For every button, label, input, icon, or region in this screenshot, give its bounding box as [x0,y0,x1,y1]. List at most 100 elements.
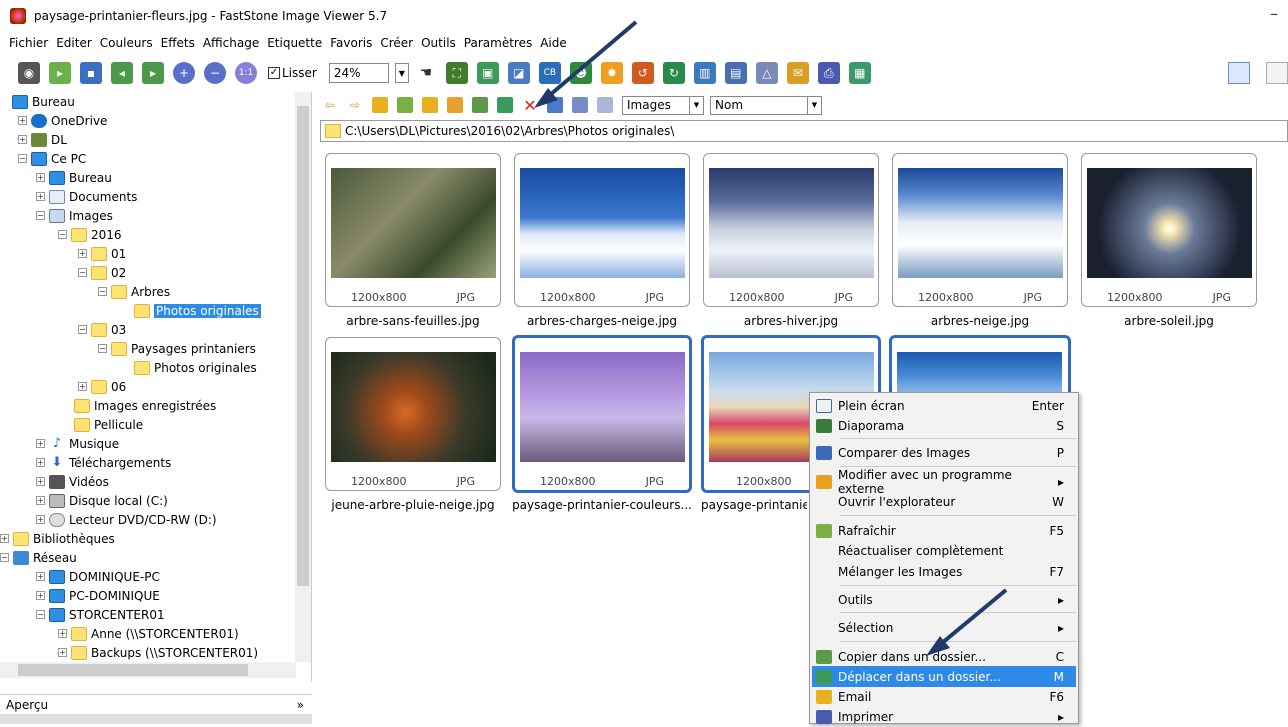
tree-item-bibliotheques[interactable]: + Bibliothèques [0,529,115,548]
thumbnail[interactable]: 1200x800 JPG [325,153,501,307]
slideshow-icon[interactable]: ▤ [724,62,747,84]
tree-item-06[interactable]: +06 [78,377,126,396]
tree-item-2016[interactable]: −2016 [58,225,122,244]
tree-item-lecteur-dvd[interactable]: + Lecteur DVD/CD-RW (D:) [36,510,217,529]
collapse-icon[interactable]: − [98,344,107,353]
expand-icon[interactable]: + [36,591,45,600]
sort-select[interactable]: Nom ▼ [710,95,822,115]
expand-icon[interactable]: + [0,534,9,543]
expand-icon[interactable]: + [36,192,45,201]
actual-size-icon[interactable]: 1:1 [235,62,257,84]
expand-icon[interactable]: + [36,515,45,524]
thumbnail-caption[interactable]: arbre-soleil.jpg [1079,314,1259,328]
thumbnail-caption[interactable]: arbres-charges-neige.jpg [512,314,692,328]
menu-couleurs[interactable]: Couleurs [99,36,154,50]
collapse-icon[interactable]: − [58,230,67,239]
menu-item-outils[interactable]: Outils ▸ [812,589,1076,610]
detail-view-icon[interactable] [572,97,588,113]
zoom-dropdown-icon[interactable]: ▼ [394,63,409,83]
compare-icon[interactable]: ▥ [693,62,716,84]
menu-fichier[interactable]: Fichier [8,36,49,50]
thumbnail[interactable]: 1200x800 JPG [1081,153,1257,307]
collapse-icon[interactable]: − [98,287,107,296]
list-view-icon[interactable] [597,97,613,113]
menu-etiquette[interactable]: Etiquette [266,36,323,50]
parent-folder-icon[interactable] [372,97,388,113]
hand-icon[interactable]: ☚ [414,62,437,84]
user-icon[interactable]: ☻ [569,62,592,84]
expand-icon[interactable]: + [78,249,87,258]
expand-icon[interactable]: + [36,458,45,467]
thumbnail-caption[interactable]: jeune-arbre-pluie-neige.jpg [323,498,503,512]
tree-item-photos-originales-2[interactable]: Photos originales [134,358,257,377]
path-bar[interactable]: C:\Users\DL\Pictures\2016\02\Arbres\Phot… [320,120,1288,142]
tree-item-03[interactable]: −03 [78,320,126,339]
tree-item-paysages-printaniers[interactable]: − Paysages printaniers [98,339,256,358]
tree-item-musique[interactable]: + ♪ Musique [36,434,119,453]
open-folder-icon[interactable]: ▸ [49,62,71,84]
thumbnail-selected[interactable]: 1200x800 JPG [512,335,692,493]
smooth-check[interactable]: ✓ [268,67,280,79]
menu-item-plein-ecran[interactable]: Plein écran Enter [812,395,1076,416]
tree-item-reseau[interactable]: − Réseau [0,548,77,567]
prev-image-icon[interactable]: ◂ [111,62,133,84]
move-to-folder-icon[interactable] [497,97,513,113]
layout-button[interactable] [1228,62,1250,84]
filter-select[interactable]: Images ▼ [622,95,704,115]
collapse-icon[interactable]: − [0,553,9,562]
delete-icon[interactable]: ✕ [522,96,538,115]
rotate-right-icon[interactable]: ↻ [662,62,685,84]
fit-icon[interactable]: ⛶ [445,62,468,84]
refresh-folder-icon[interactable] [397,97,413,113]
thumbnail-view-icon[interactable] [547,97,563,113]
menu-item-email[interactable]: Email F6 [812,686,1076,707]
menu-affichage[interactable]: Affichage [202,36,260,50]
next-image-icon[interactable]: ▸ [142,62,164,84]
tree-item-photos-originales-selected[interactable]: Photos originales [134,301,261,320]
tree-item-storcenter01[interactable]: − STORCENTER01 [36,605,165,624]
tree-item-bureau-root[interactable]: Bureau [12,92,75,111]
tree-item-ce-pc[interactable]: − Ce PC [18,149,86,168]
wallpaper-icon[interactable]: ▦ [848,62,871,84]
menu-item-reactualiser[interactable]: Réactualiser complètement [812,540,1076,561]
rotate-left-icon[interactable]: ↺ [631,62,654,84]
preview-panel-header[interactable]: Aperçu » [0,694,312,714]
menu-item-modifier-externe[interactable]: Modifier avec un programme externe ▸ [812,468,1076,496]
camera-icon[interactable]: ◉ [18,62,40,84]
menu-item-selection[interactable]: Sélection ▸ [812,617,1076,638]
crop-icon[interactable]: ◪ [507,62,530,84]
expand-icon[interactable]: + [36,173,45,182]
thumbnail-caption[interactable]: paysage-printanier-couleurs... [512,498,692,512]
collapse-icon[interactable]: − [36,610,45,619]
menu-aide[interactable]: Aide [539,36,568,50]
minimize-button[interactable]: – [1270,4,1278,23]
tree-item-disque-c[interactable]: + Disque local (C:) [36,491,168,510]
thumbnail-caption[interactable]: arbres-hiver.jpg [701,314,881,328]
tree-item-pc-dominique[interactable]: + PC-DOMINIQUE [36,586,160,605]
zoom-combo[interactable]: 24% [328,63,389,83]
app-icon[interactable] [10,8,26,24]
save-icon[interactable]: ▪ [80,62,102,84]
tree-item-dl[interactable]: + DL [18,130,67,149]
zoom-out-icon[interactable]: − [204,62,226,84]
tree-item-bureau[interactable]: + Bureau [36,168,112,187]
thumbnail[interactable]: 1200x800 JPG [325,337,501,491]
tree-item-images-enregistrees[interactable]: Images enregistrées [74,396,216,415]
expand-icon[interactable]: + [58,629,67,638]
collapse-icon[interactable]: − [78,268,87,277]
smooth-checkbox[interactable]: ✓ Lisser [268,66,317,80]
menu-favoris[interactable]: Favoris [329,36,373,50]
tree-item-videos[interactable]: + Vidéos [36,472,109,491]
thumbnail[interactable]: 1200x800 JPG [514,153,690,307]
draw-icon[interactable]: △ [755,62,778,84]
menu-item-rafraichir[interactable]: Rafraîchir F5 [812,520,1076,541]
cb-icon[interactable]: CB [538,62,561,84]
collapse-icon[interactable]: − [36,211,45,220]
tree-item-01[interactable]: +01 [78,244,126,263]
forward-arrow-icon[interactable]: ⇨ [347,97,363,113]
scroll-thumb[interactable] [18,664,248,676]
sun-icon[interactable]: ✹ [600,62,623,84]
menu-parametres[interactable]: Paramètres [463,36,533,50]
expand-icon[interactable]: + [78,382,87,391]
collapse-icon[interactable]: − [18,154,27,163]
